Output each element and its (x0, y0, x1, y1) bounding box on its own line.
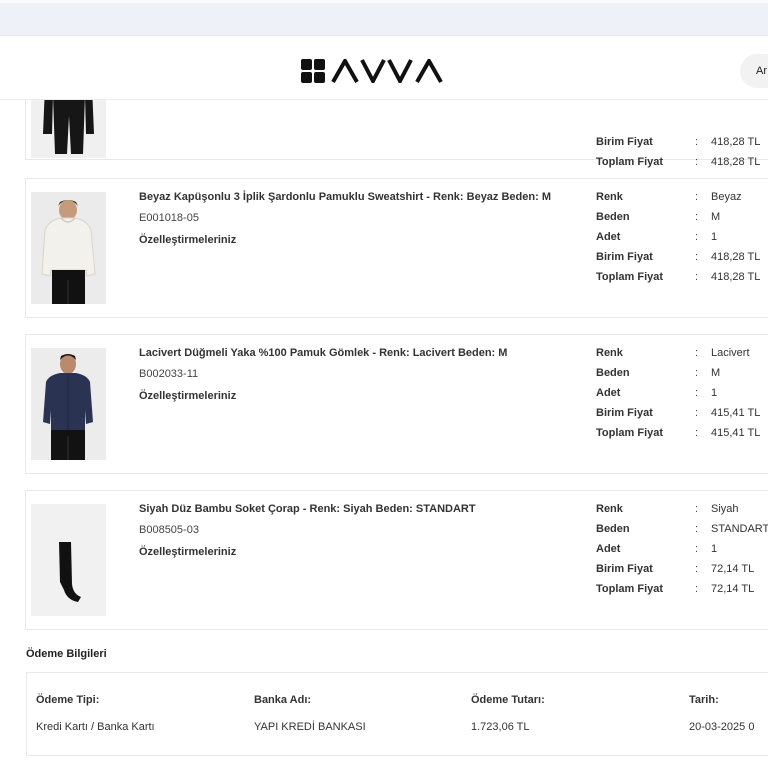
browser-strip-highlight (0, 0, 768, 3)
brand-wordmark (331, 59, 443, 83)
attr-label: Beden (596, 211, 630, 223)
attr-value: 415,41 TL (711, 427, 761, 439)
attr-label: Adet (596, 387, 621, 399)
attr-separator: : (695, 563, 699, 575)
attr-value: Lacivert (711, 347, 750, 359)
attr-value: 72,14 TL (711, 563, 755, 575)
attr-value: 418,28 TL (711, 136, 761, 148)
customizations-label[interactable]: Özelleştirmeleriniz (139, 390, 236, 402)
browser-top-strip (0, 0, 768, 36)
payment-header: Ödeme Tutarı: (471, 694, 545, 706)
avva-logo-mark-icon (301, 59, 325, 83)
attr-value: Siyah (711, 503, 739, 515)
payment-value: 20-03-2025 0 (689, 721, 755, 733)
attr-label: Birim Fiyat (596, 251, 653, 263)
attr-label: Birim Fiyat (596, 563, 653, 575)
attr-label: Renk (596, 503, 623, 515)
payment-header: Ödeme Tipi: (36, 694, 100, 706)
attr-separator: : (695, 231, 699, 243)
product-code: B008505-03 (139, 524, 199, 536)
product-name-link[interactable]: Siyah Düz Bambu Soket Çorap - Renk: Siya… (139, 503, 476, 515)
attr-label: Adet (596, 543, 621, 555)
attr-value: STANDART (711, 523, 768, 535)
attr-separator: : (695, 427, 699, 439)
payment-value: 1.723,06 TL (471, 721, 530, 733)
product-code: E001018-05 (139, 212, 199, 224)
attr-label: Toplam Fiyat (596, 271, 664, 283)
attr-separator: : (695, 523, 699, 535)
order-content: Birim Fiyat : 418,28 TL Toplam Fiyat : 4… (0, 100, 768, 768)
attr-separator: : (695, 191, 699, 203)
product-name-link[interactable]: Beyaz Kapüşonlu 3 İplik Şardonlu Pamuklu… (139, 191, 551, 203)
attr-value: 418,28 TL (711, 251, 761, 263)
attr-value: 418,28 TL (711, 271, 761, 283)
product-code: B002033-11 (139, 368, 199, 380)
attr-separator: : (695, 271, 699, 283)
header-account-pill[interactable]: Ar (740, 54, 768, 88)
attr-label: Toplam Fiyat (596, 156, 664, 168)
order-item-card: Beyaz Kapüşonlu 3 İplik Şardonlu Pamuklu… (25, 178, 768, 318)
attr-label: Adet (596, 231, 621, 243)
order-item-card: Lacivert Düğmeli Yaka %100 Pamuk Gömlek … (25, 334, 768, 474)
payment-header: Tarih: (689, 694, 719, 706)
attr-separator: : (695, 503, 699, 515)
brand-logo[interactable] (301, 58, 449, 84)
attr-value: 418,28 TL (711, 156, 761, 168)
attr-separator: : (695, 367, 699, 379)
attr-value: 1 (711, 543, 718, 555)
attr-value: 72,14 TL (711, 583, 755, 595)
attr-label: Beden (596, 523, 630, 535)
attr-separator: : (695, 583, 699, 595)
attr-label: Renk (596, 191, 623, 203)
attr-label: Beden (596, 367, 630, 379)
attr-separator: : (695, 347, 699, 359)
customizations-label[interactable]: Özelleştirmeleriniz (139, 234, 236, 246)
product-image[interactable] (31, 192, 106, 304)
attr-value: 415,41 TL (711, 407, 761, 419)
attr-value: 1 (711, 231, 718, 243)
attr-separator: : (695, 543, 699, 555)
order-item-card: Siyah Düz Bambu Soket Çorap - Renk: Siya… (25, 490, 768, 630)
payment-header: Banka Adı: (254, 694, 312, 706)
attr-value: M (711, 367, 721, 379)
payment-info-box: Ödeme Tipi: Kredi Kartı / Banka Kartı Ba… (26, 672, 768, 756)
attr-separator: : (695, 136, 699, 148)
attr-separator: : (695, 156, 699, 168)
attr-value: M (711, 211, 721, 223)
payment-value: YAPI KREDİ BANKASI (254, 721, 366, 733)
product-image[interactable] (31, 504, 106, 616)
attr-label: Toplam Fiyat (596, 583, 664, 595)
attr-separator: : (695, 251, 699, 263)
attr-value: 1 (711, 387, 718, 399)
order-item-card: Birim Fiyat : 418,28 TL Toplam Fiyat : 4… (25, 100, 768, 168)
attr-separator: : (695, 407, 699, 419)
attr-label: Birim Fiyat (596, 407, 653, 419)
product-name-link[interactable]: Lacivert Düğmeli Yaka %100 Pamuk Gömlek … (139, 347, 507, 359)
payment-section-title: Ödeme Bilgileri (26, 648, 107, 660)
product-image[interactable] (31, 348, 106, 460)
attr-label: Toplam Fiyat (596, 427, 664, 439)
customizations-label[interactable]: Özelleştirmeleriniz (139, 546, 236, 558)
attr-separator: : (695, 387, 699, 399)
product-image[interactable] (31, 100, 106, 158)
attr-label: Renk (596, 347, 623, 359)
attr-label: Birim Fiyat (596, 136, 653, 148)
payment-value: Kredi Kartı / Banka Kartı (36, 721, 155, 733)
attr-separator: : (695, 211, 699, 223)
attr-value: Beyaz (711, 191, 742, 203)
